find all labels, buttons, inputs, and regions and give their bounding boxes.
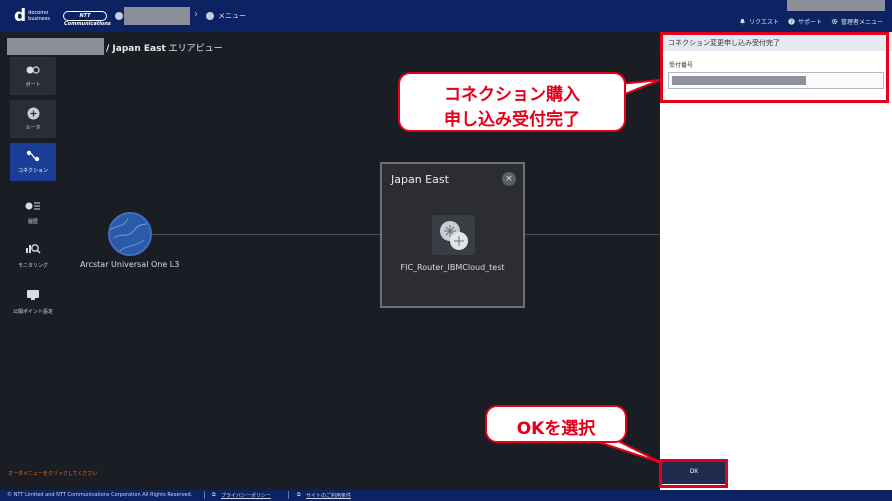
annotation-callout-select-ok: OKを選択 [485, 405, 627, 443]
callout-line2: 申し込み受付完了 [444, 110, 580, 130]
callout-select-ok: OKを選択 [516, 419, 596, 439]
callout-line1: コネクション購入 [444, 85, 580, 105]
annotation-callout-purchase: コネクション購入 申し込み受付完了 [398, 72, 626, 132]
